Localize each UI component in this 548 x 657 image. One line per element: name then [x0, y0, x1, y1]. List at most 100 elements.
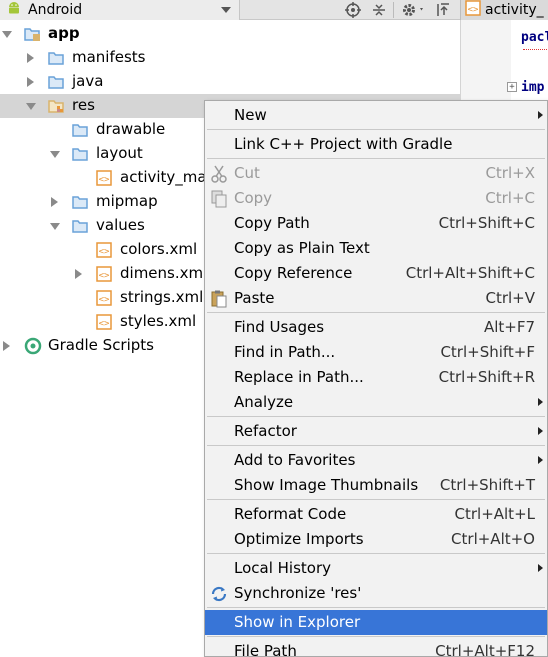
folder-icon: [48, 74, 64, 90]
tree-item-app[interactable]: app: [0, 22, 460, 46]
menu-item-show-in-explorer[interactable]: Show in Explorer: [205, 610, 547, 635]
submenu-arrow-icon: [538, 564, 543, 572]
submenu-arrow-icon: [538, 456, 543, 464]
menu-item-shortcut: Ctrl+V: [485, 289, 535, 307]
menu-item-label: File Path: [234, 642, 297, 657]
menu-item-label: Copy as Plain Text: [234, 239, 370, 257]
menu-item-shortcut: Ctrl+Shift+R: [438, 368, 535, 386]
menu-item-label: Analyze: [234, 393, 294, 411]
menu-item-new[interactable]: New: [205, 103, 547, 128]
menu-item-shortcut: Alt+F7: [483, 318, 535, 336]
menu-item-label: Replace in Path...: [234, 368, 364, 386]
menu-separator: [207, 499, 545, 500]
collapsed-arrow-icon[interactable]: [27, 53, 34, 63]
menu-item-find-usages[interactable]: Find Usages Alt+F7: [205, 315, 547, 340]
tree-item-label: drawable: [96, 120, 166, 138]
toolbar-divider: [393, 2, 394, 18]
menu-item-shortcut: Ctrl+Alt+Shift+C: [405, 264, 535, 282]
collapsed-arrow-icon[interactable]: [51, 197, 58, 207]
menu-item-add-to-favorites[interactable]: Add to Favorites: [205, 448, 547, 473]
menu-item-label: New: [234, 106, 267, 124]
svg-text:<>: <>: [99, 271, 110, 281]
menu-item-label: Copy Path: [234, 214, 310, 232]
project-view-selector[interactable]: Android: [0, 0, 240, 20]
menu-item-refactor[interactable]: Refactor: [205, 419, 547, 444]
menu-item-file-path[interactable]: File Path Ctrl+Alt+F12: [205, 639, 547, 657]
xml-file-icon: <>: [96, 290, 112, 306]
collapse-icon[interactable]: [370, 1, 388, 19]
scissors-icon: [209, 164, 229, 184]
error-underline: [523, 48, 548, 50]
menu-item-label: Show Image Thumbnails: [234, 476, 419, 494]
xml-file-icon: <>: [96, 266, 112, 282]
tree-item-label: strings.xml: [120, 288, 204, 306]
menu-item-shortcut: Ctrl+Alt+O: [451, 530, 535, 548]
menu-separator: [207, 129, 545, 130]
paste-icon: [209, 289, 229, 309]
menu-item-synchronize-res[interactable]: Synchronize 'res': [205, 581, 547, 606]
menu-item-cut[interactable]: Cut Ctrl+X: [205, 161, 547, 186]
menu-item-label: Copy: [234, 189, 273, 207]
menu-separator: [207, 445, 545, 446]
tree-item-label: styles.xml: [120, 312, 197, 330]
sync-icon: [209, 584, 229, 604]
submenu-arrow-icon: [538, 427, 543, 435]
tree-item-label: activity_ma: [120, 168, 207, 186]
expanded-arrow-icon[interactable]: [50, 151, 60, 158]
tree-item-label: colors.xml: [120, 240, 198, 258]
menu-item-find-in-path[interactable]: Find in Path... Ctrl+Shift+F: [205, 340, 547, 365]
menu-item-copy[interactable]: Copy Ctrl+C: [205, 186, 547, 211]
menu-item-optimize-imports[interactable]: Optimize Imports Ctrl+Alt+O: [205, 527, 547, 552]
menu-item-label: Link C++ Project with Gradle: [234, 135, 453, 153]
expanded-arrow-icon[interactable]: [50, 223, 60, 230]
menu-item-reformat-code[interactable]: Reformat Code Ctrl+Alt+L: [205, 502, 547, 527]
menu-item-shortcut: Ctrl+Shift+C: [438, 214, 535, 232]
xml-file-icon: <>: [465, 0, 481, 20]
hide-icon[interactable]: [434, 1, 452, 19]
menu-item-analyze[interactable]: Analyze: [205, 390, 547, 415]
svg-text:<>: <>: [99, 247, 110, 257]
expanded-arrow-icon[interactable]: [26, 103, 36, 110]
submenu-arrow-icon: [538, 398, 543, 406]
menu-item-paste[interactable]: Paste Ctrl+V: [205, 286, 547, 311]
xml-file-icon: <>: [96, 242, 112, 258]
menu-item-label: Reformat Code: [234, 505, 347, 523]
gear-icon[interactable]: [400, 1, 428, 19]
menu-item-copy-as-plain-text[interactable]: Copy as Plain Text: [205, 236, 547, 261]
svg-text:<>: <>: [99, 295, 110, 305]
tree-item-java[interactable]: java: [0, 70, 460, 94]
menu-item-link-c++-project-with-gradle[interactable]: Link C++ Project with Gradle: [205, 132, 547, 157]
tree-item-label: app: [48, 24, 80, 42]
menu-item-label: Find in Path...: [234, 343, 336, 361]
folder-icon: [72, 194, 88, 210]
menu-item-label: Find Usages: [234, 318, 325, 336]
menu-item-local-history[interactable]: Local History: [205, 556, 547, 581]
menu-item-label: Optimize Imports: [234, 530, 364, 548]
menu-item-label: Add to Favorites: [234, 451, 356, 469]
tree-item-label: java: [72, 72, 104, 90]
editor-tab-activity[interactable]: <> activity_: [465, 0, 544, 20]
tree-item-manifests[interactable]: manifests: [0, 46, 460, 70]
menu-item-label: Copy Reference: [234, 264, 353, 282]
fold-icon[interactable]: +: [507, 82, 517, 92]
tree-item-label: values: [96, 216, 145, 234]
crosshair-icon[interactable]: [344, 1, 362, 19]
collapsed-arrow-icon[interactable]: [75, 269, 82, 279]
collapsed-arrow-icon[interactable]: [3, 341, 10, 351]
copy-icon: [209, 189, 229, 209]
menu-item-show-image-thumbnails[interactable]: Show Image Thumbnails Ctrl+Shift+T: [205, 473, 547, 498]
chevron-down-icon[interactable]: [221, 7, 231, 13]
menu-item-copy-reference[interactable]: Copy Reference Ctrl+Alt+Shift+C: [205, 261, 547, 286]
module-folder-icon: [24, 26, 40, 42]
folder-icon: [72, 146, 88, 162]
svg-text:<>: <>: [468, 5, 479, 15]
menu-item-label: Paste: [234, 289, 275, 307]
submenu-arrow-icon: [538, 111, 543, 119]
menu-item-copy-path[interactable]: Copy Path Ctrl+Shift+C: [205, 211, 547, 236]
folder-icon: [48, 50, 64, 66]
collapsed-arrow-icon[interactable]: [27, 77, 34, 87]
expanded-arrow-icon[interactable]: [2, 31, 12, 38]
menu-item-replace-in-path[interactable]: Replace in Path... Ctrl+Shift+R: [205, 365, 547, 390]
svg-text:<>: <>: [99, 175, 110, 185]
menu-separator: [207, 416, 545, 417]
